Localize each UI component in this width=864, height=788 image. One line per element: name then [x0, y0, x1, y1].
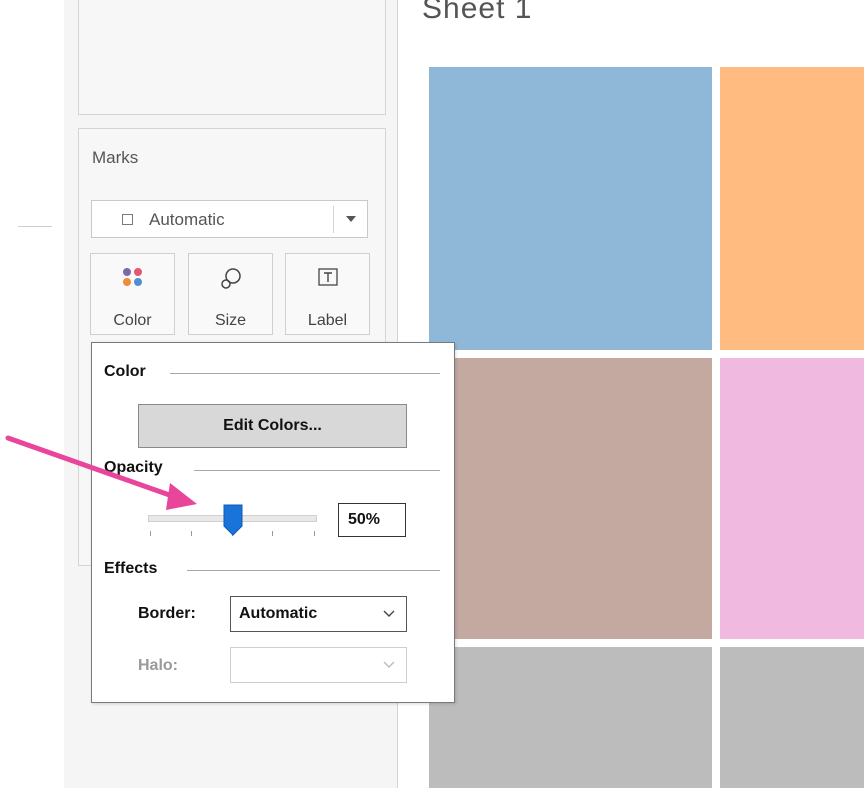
annotation-arrow-head: [166, 483, 197, 510]
annotation-arrow-line: [5, 435, 181, 501]
annotation-arrow: [5, 435, 197, 510]
